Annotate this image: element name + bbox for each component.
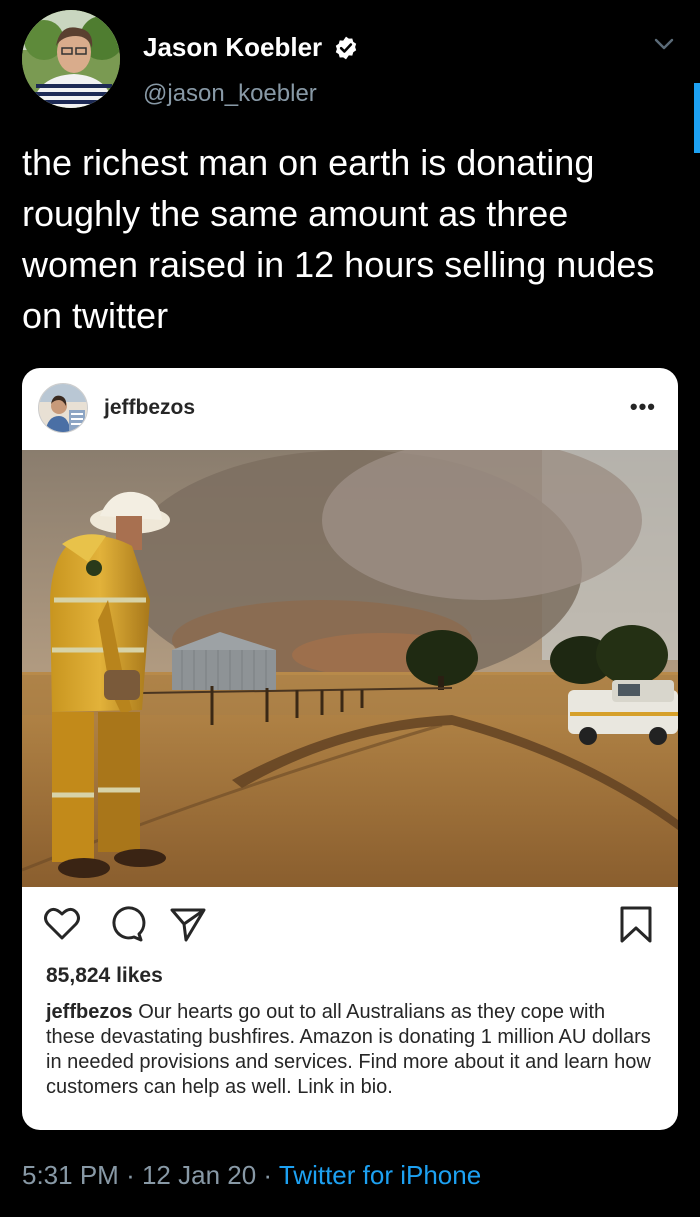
likes-count[interactable]: 85,824 likes	[46, 964, 163, 988]
more-dots-icon[interactable]: •••	[630, 394, 656, 420]
post-avatar[interactable]	[38, 383, 88, 433]
author-avatar[interactable]	[22, 10, 120, 108]
tweet-time[interactable]: 5:31 PM	[22, 1160, 119, 1190]
tweet-header: Jason Koebler @jason_koebler	[22, 10, 682, 110]
tweet-date[interactable]: 12 Jan 20	[142, 1160, 256, 1190]
meta-separator: ·	[126, 1160, 135, 1190]
send-icon[interactable]	[168, 904, 208, 944]
caption-text: Our hearts go out to all Australians as …	[46, 1001, 651, 1098]
bookmark-icon[interactable]	[616, 904, 656, 944]
post-header: jeffbezos •••	[22, 368, 678, 450]
tweet-text: the richest man on earth is donating rou…	[22, 142, 655, 336]
comment-icon[interactable]	[106, 904, 146, 944]
post-caption: jeffbezos Our hearts go out to all Austr…	[46, 1000, 656, 1100]
author-display-name[interactable]: Jason Koebler	[143, 32, 322, 63]
post-photo[interactable]	[22, 450, 678, 887]
scrollbar-indicator[interactable]	[694, 83, 700, 153]
caption-username[interactable]: jeffbezos	[46, 1001, 133, 1023]
verified-badge-icon	[335, 36, 356, 59]
author-handle[interactable]: @jason_koebler	[143, 80, 317, 108]
meta-separator: ·	[263, 1160, 273, 1190]
post-username[interactable]: jeffbezos	[104, 396, 195, 420]
post-actions	[22, 904, 678, 948]
chevron-down-icon[interactable]	[652, 32, 676, 56]
embedded-instagram-post[interactable]: jeffbezos ••• 85,824 likes jeffbezos Our…	[22, 368, 678, 1130]
author-name-row: Jason Koebler	[143, 32, 359, 63]
tweet-source-link[interactable]: Twitter for iPhone	[279, 1160, 481, 1190]
heart-icon[interactable]	[42, 904, 82, 944]
tweet-meta: 5:31 PM · 12 Jan 20 · Twitter for iPhone	[22, 1160, 481, 1191]
